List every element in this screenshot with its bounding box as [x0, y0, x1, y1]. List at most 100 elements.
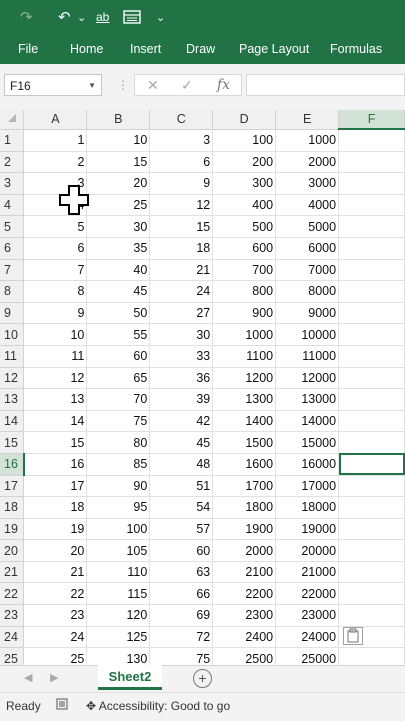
cell-b17[interactable]: 90 — [86, 475, 151, 498]
tab-file[interactable]: File — [18, 34, 38, 64]
row-header[interactable]: 1 — [0, 129, 25, 152]
cell-d10[interactable]: 1000 — [212, 323, 277, 346]
row-header[interactable]: 24 — [0, 626, 25, 649]
tab-formulas[interactable]: Formulas — [330, 34, 382, 64]
cell-c20[interactable]: 60 — [149, 539, 214, 562]
column-header-d[interactable]: D — [212, 110, 277, 130]
cell-b9[interactable]: 50 — [86, 302, 151, 325]
cell-f4[interactable] — [338, 194, 405, 217]
cell-b8[interactable]: 45 — [86, 280, 151, 303]
cell-c12[interactable]: 36 — [149, 367, 214, 390]
cell-e10[interactable]: 10000 — [275, 323, 340, 346]
row-header[interactable]: 8 — [0, 280, 25, 303]
cell-b11[interactable]: 60 — [86, 345, 151, 368]
cell-e12[interactable]: 12000 — [275, 367, 340, 390]
row-header[interactable]: 18 — [0, 496, 25, 519]
cell-b5[interactable]: 30 — [86, 215, 151, 238]
cell-d21[interactable]: 2100 — [212, 561, 277, 584]
cell-c9[interactable]: 27 — [149, 302, 214, 325]
cell-f23[interactable] — [338, 604, 405, 627]
cell-d19[interactable]: 1900 — [212, 518, 277, 541]
chevron-down-icon[interactable]: ▼ — [88, 75, 96, 97]
cell-f12[interactable] — [338, 367, 405, 390]
cell-a14[interactable]: 14 — [23, 410, 88, 433]
name-box[interactable]: F16 ▼ — [4, 74, 102, 96]
cell-a9[interactable]: 9 — [23, 302, 88, 325]
cell-f14[interactable] — [338, 410, 405, 433]
cell-c8[interactable]: 24 — [149, 280, 214, 303]
cell-f6[interactable] — [338, 237, 405, 260]
cell-d18[interactable]: 1800 — [212, 496, 277, 519]
cell-c16[interactable]: 48 — [149, 453, 214, 476]
cell-b23[interactable]: 120 — [86, 604, 151, 627]
cell-f10[interactable] — [338, 323, 405, 346]
tab-draw[interactable]: Draw — [186, 34, 215, 64]
form-icon[interactable] — [123, 6, 141, 28]
cell-a1[interactable]: 1 — [23, 129, 88, 152]
cell-b7[interactable]: 40 — [86, 259, 151, 282]
cell-c2[interactable]: 6 — [149, 151, 214, 174]
cell-c14[interactable]: 42 — [149, 410, 214, 433]
column-header-a[interactable]: A — [23, 110, 88, 130]
column-header-c[interactable]: C — [149, 110, 214, 130]
cell-e4[interactable]: 4000 — [275, 194, 340, 217]
cell-a21[interactable]: 21 — [23, 561, 88, 584]
cell-e6[interactable]: 6000 — [275, 237, 340, 260]
cell-d23[interactable]: 2300 — [212, 604, 277, 627]
cell-d15[interactable]: 1500 — [212, 431, 277, 454]
cell-d11[interactable]: 1100 — [212, 345, 277, 368]
cell-a10[interactable]: 10 — [23, 323, 88, 346]
insert-function-icon[interactable]: fx — [217, 77, 230, 93]
tab-home[interactable]: Home — [70, 34, 103, 64]
cell-c21[interactable]: 63 — [149, 561, 214, 584]
cell-c10[interactable]: 30 — [149, 323, 214, 346]
cell-d9[interactable]: 900 — [212, 302, 277, 325]
cell-b6[interactable]: 35 — [86, 237, 151, 260]
cell-e14[interactable]: 14000 — [275, 410, 340, 433]
cell-c3[interactable]: 9 — [149, 172, 214, 195]
cell-e8[interactable]: 8000 — [275, 280, 340, 303]
cell-a8[interactable]: 8 — [23, 280, 88, 303]
cell-a7[interactable]: 7 — [23, 259, 88, 282]
cell-b14[interactable]: 75 — [86, 410, 151, 433]
cell-a20[interactable]: 20 — [23, 539, 88, 562]
accessibility-status[interactable]: ✥ Accessibility: Good to go — [86, 699, 230, 713]
cell-b18[interactable]: 95 — [86, 496, 151, 519]
cell-b12[interactable]: 65 — [86, 367, 151, 390]
cell-f11[interactable] — [338, 345, 405, 368]
cell-c1[interactable]: 3 — [149, 129, 214, 152]
cell-c22[interactable]: 66 — [149, 582, 214, 606]
tab-page-layout[interactable]: Page Layout — [239, 34, 309, 64]
row-header[interactable]: 25 — [0, 647, 25, 665]
cell-e24[interactable]: 24000 — [275, 626, 340, 649]
column-header-e[interactable]: E — [275, 110, 340, 130]
cell-e1[interactable]: 1000 — [275, 129, 340, 152]
cell-e18[interactable]: 18000 — [275, 496, 340, 519]
cell-f3[interactable] — [338, 172, 405, 195]
cell-b24[interactable]: 125 — [86, 626, 151, 649]
cell-c7[interactable]: 21 — [149, 259, 214, 282]
cell-b15[interactable]: 80 — [86, 431, 151, 454]
row-header[interactable]: 3 — [0, 172, 25, 195]
cell-e17[interactable]: 17000 — [275, 475, 340, 498]
cell-b10[interactable]: 55 — [86, 323, 151, 346]
cell-a11[interactable]: 11 — [23, 345, 88, 368]
cell-d7[interactable]: 700 — [212, 259, 277, 282]
cell-f2[interactable] — [338, 151, 405, 174]
cell-e15[interactable]: 15000 — [275, 431, 340, 454]
cell-c11[interactable]: 33 — [149, 345, 214, 368]
undo-dropdown-icon[interactable]: ⌄ — [77, 6, 86, 28]
macro-recording-icon[interactable] — [56, 698, 68, 710]
cell-e9[interactable]: 9000 — [275, 302, 340, 325]
cell-b19[interactable]: 100 — [86, 518, 151, 541]
cell-f7[interactable] — [338, 259, 405, 282]
cell-c18[interactable]: 54 — [149, 496, 214, 519]
cell-c6[interactable]: 18 — [149, 237, 214, 260]
row-header[interactable]: 9 — [0, 302, 25, 325]
cell-d1[interactable]: 100 — [212, 129, 277, 152]
cell-f25[interactable] — [338, 647, 405, 665]
row-header[interactable]: 17 — [0, 475, 25, 498]
cell-f5[interactable] — [338, 215, 405, 238]
cell-b1[interactable]: 10 — [86, 129, 151, 152]
cell-a6[interactable]: 6 — [23, 237, 88, 260]
